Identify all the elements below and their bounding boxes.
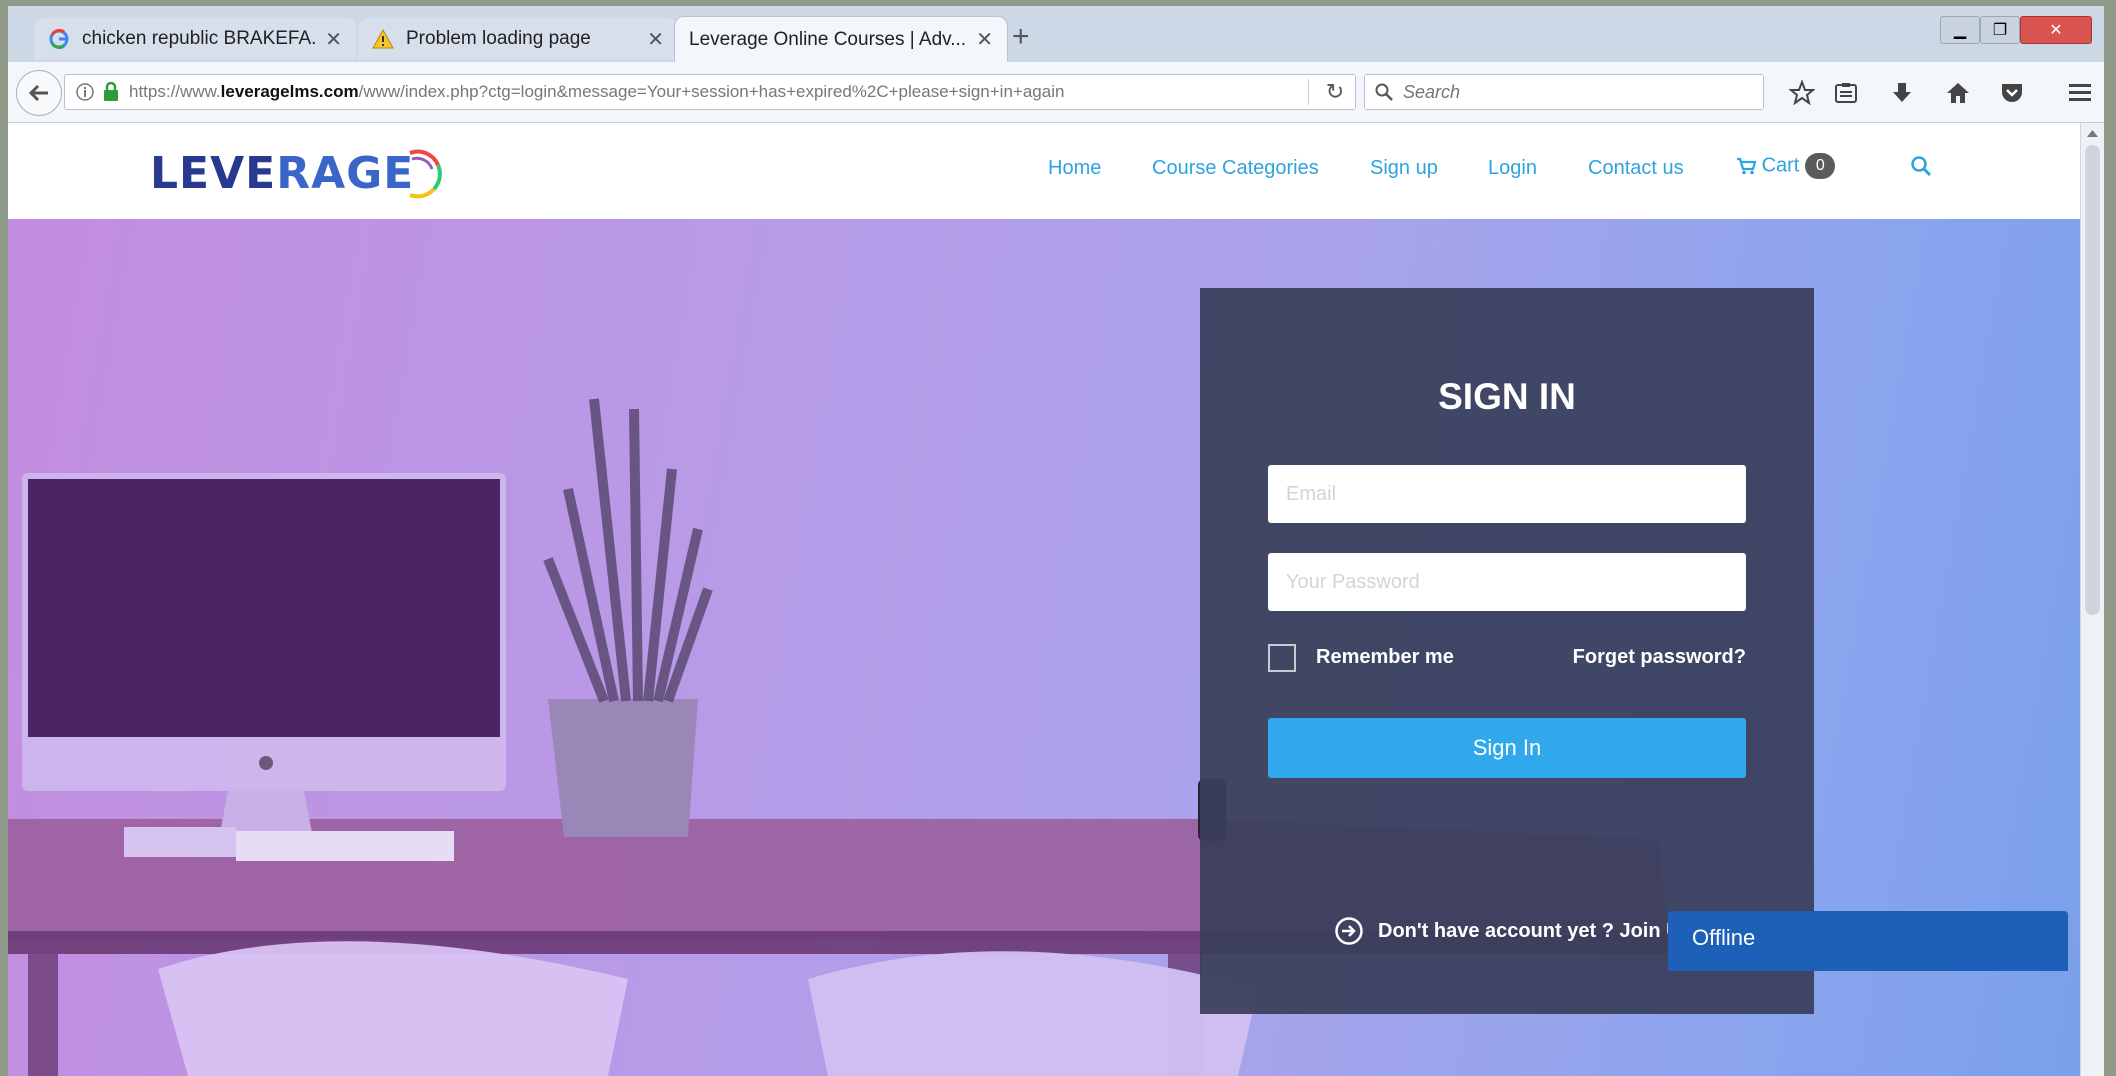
nav-home[interactable]: Home xyxy=(1048,157,1101,180)
minimize-button[interactable]: ▁ xyxy=(1940,16,1980,44)
arrow-circle-icon xyxy=(1335,917,1363,945)
lock-icon xyxy=(103,82,119,102)
url-separator xyxy=(1308,79,1309,105)
navigation-bar: https://www.leveragelms.com/www/index.ph… xyxy=(8,62,2104,123)
remember-me-label[interactable]: Remember me xyxy=(1316,646,1454,669)
tab-strip: chicken republic BRAKEFA... ✕ Problem lo… xyxy=(8,6,2104,62)
browser-window: chicken republic BRAKEFA... ✕ Problem lo… xyxy=(8,6,2104,1076)
back-arrow-icon xyxy=(28,84,48,102)
scroll-up-icon[interactable] xyxy=(2085,127,2100,139)
join-us-text: Don't have account yet ? Join Us xyxy=(1378,919,1692,942)
offline-chat-button[interactable]: Offline xyxy=(1668,911,2068,971)
tab-label: Leverage Online Courses | Adv... xyxy=(689,28,967,50)
nav-sign-up[interactable]: Sign up xyxy=(1370,157,1438,180)
logo-text: LEVERAGE xyxy=(150,148,414,199)
password-field[interactable] xyxy=(1268,553,1746,611)
tab-label: Problem loading page xyxy=(406,28,591,49)
sign-in-title: SIGN IN xyxy=(1438,376,1576,417)
url-text[interactable]: https://www.leveragelms.com/www/index.ph… xyxy=(129,82,1302,102)
scrollbar-thumb[interactable] xyxy=(2085,145,2100,615)
download-icon[interactable] xyxy=(1884,76,1920,110)
url-path: /www/index.php?ctg=login&message=Your+se… xyxy=(358,82,1065,101)
tab-problem-loading[interactable]: Problem loading page ✕ xyxy=(358,18,678,60)
cart-icon xyxy=(1737,157,1757,175)
leverage-logo[interactable]: LEVERAGE xyxy=(150,143,443,203)
back-button[interactable] xyxy=(16,70,62,116)
hero-banner: SIGN IN Remember me Forget password? Sig… xyxy=(8,219,2080,1076)
new-tab-button[interactable]: + xyxy=(1012,20,1030,54)
nav-login[interactable]: Login xyxy=(1488,157,1537,180)
google-icon xyxy=(48,28,70,50)
close-icon[interactable]: ✕ xyxy=(976,27,993,52)
sign-in-card: SIGN IN Remember me Forget password? Sig… xyxy=(1200,288,1814,1014)
maximize-button[interactable]: ❐ xyxy=(1980,16,2020,44)
url-domain: leveragelms.com xyxy=(220,82,359,101)
cart-count-badge: 0 xyxy=(1805,153,1836,179)
logo-text-part1: LEVE xyxy=(150,147,277,199)
cart-label: Cart xyxy=(1761,154,1800,177)
nav-contact-us[interactable]: Contact us xyxy=(1588,157,1684,180)
bookmark-star-icon[interactable] xyxy=(1784,76,1820,110)
close-icon[interactable]: ✕ xyxy=(325,27,342,52)
close-icon[interactable]: ✕ xyxy=(647,27,664,52)
site-search-icon[interactable] xyxy=(1910,155,1932,183)
page-scrollbar[interactable] xyxy=(2080,123,2104,1076)
forgot-password-link[interactable]: Forget password? xyxy=(1573,646,1746,669)
remember-me-checkbox[interactable] xyxy=(1268,644,1296,672)
warning-icon xyxy=(372,28,394,50)
email-field[interactable] xyxy=(1268,465,1746,523)
reload-icon[interactable]: ↻ xyxy=(1315,79,1355,105)
nav-course-categories[interactable]: Course Categories xyxy=(1152,157,1319,180)
web-page: LEVERAGE Home Course Categories Sign up … xyxy=(8,123,2080,1076)
close-window-button[interactable]: ✕ xyxy=(2020,16,2092,44)
site-header: LEVERAGE Home Course Categories Sign up … xyxy=(8,123,2080,219)
info-icon[interactable] xyxy=(75,82,95,102)
home-icon[interactable] xyxy=(1940,76,1976,110)
join-us-link[interactable]: Don't have account yet ? Join Us xyxy=(1334,916,1692,946)
nav-cart[interactable]: Cart 0 xyxy=(1736,153,1836,179)
search-icon xyxy=(1375,83,1393,101)
tab-chicken-republic[interactable]: chicken republic BRAKEFA... ✕ xyxy=(34,18,356,60)
tab-leverage[interactable]: Leverage Online Courses | Adv... ✕ xyxy=(674,16,1008,62)
url-bar[interactable]: https://www.leveragelms.com/www/index.ph… xyxy=(64,74,1356,110)
pocket-icon[interactable] xyxy=(1994,76,2030,110)
bookmarks-list-icon[interactable] xyxy=(1828,76,1864,110)
menu-icon[interactable] xyxy=(2062,76,2098,110)
tab-label: chicken republic BRAKEFA... xyxy=(82,28,316,49)
logo-text-part2: RAGE xyxy=(276,147,415,199)
search-input[interactable] xyxy=(1401,80,1735,104)
url-prefix: https://www. xyxy=(129,82,221,101)
sign-in-button[interactable]: Sign In xyxy=(1268,718,1746,778)
logo-swirl-icon xyxy=(409,149,443,199)
search-bar[interactable] xyxy=(1364,74,1764,110)
